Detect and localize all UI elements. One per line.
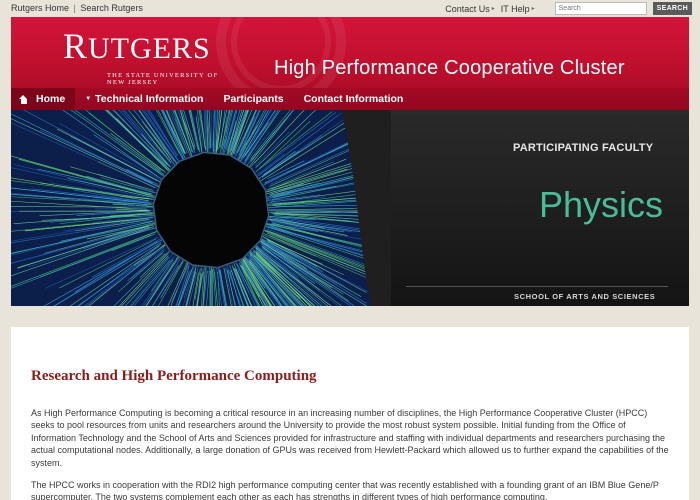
nav-item-technical-information[interactable]: ▼ Technical Information [75, 88, 213, 110]
utility-right: Contact Us ▸ IT Help ▸ SEARCH [445, 2, 692, 15]
it-help-label: IT Help [500, 3, 530, 14]
nav-label-technical: Technical Information [95, 93, 204, 105]
dropdown-arrow-icon: ▼ [85, 96, 92, 102]
search-input[interactable] [554, 2, 647, 15]
utility-left-links: Rutgers Home | Search Rutgers [11, 3, 143, 13]
content-paragraph-2: The HPCC works in cooperation with the R… [31, 480, 659, 500]
chevron-right-icon: ▸ [531, 6, 535, 12]
site-title: High Performance Cooperative Cluster [274, 57, 625, 79]
logo-initial: R [63, 26, 89, 66]
chevron-right-icon: ▸ [491, 6, 495, 12]
main-content: Research and High Performance Computing … [11, 327, 689, 500]
particle-collision-image [11, 110, 391, 306]
banner-divider [406, 286, 668, 287]
rutgers-home-link[interactable]: Rutgers Home [11, 3, 69, 13]
search-button[interactable]: SEARCH [652, 2, 692, 15]
content-paragraph-1: As High Performance Computing is becomin… [31, 408, 669, 468]
contact-us-link[interactable]: Contact Us ▸ [445, 4, 495, 14]
logo-rest: UTGERS [88, 32, 211, 65]
utility-bar: Rutgers Home | Search Rutgers Contact Us… [0, 0, 700, 17]
nav-item-home[interactable]: Home [11, 88, 76, 110]
nav-label-home: Home [36, 93, 66, 105]
site-header: RUTGERS THE STATE UNIVERSITY OF NEW JERS… [11, 17, 689, 88]
it-help-link[interactable]: IT Help ▸ [501, 4, 535, 14]
nav-item-participants[interactable]: Participants [213, 88, 293, 110]
search-rutgers-link[interactable]: Search Rutgers [80, 3, 143, 13]
main-nav: Home ▼ Technical Information Participant… [11, 88, 689, 110]
home-icon [19, 94, 28, 104]
banner-participating-label: PARTICIPATING FACULTY [513, 142, 654, 154]
banner-subject: Physics [539, 184, 664, 225]
nav-label-contact: Contact Information [303, 93, 404, 105]
contact-us-label: Contact Us [445, 3, 490, 14]
banner-school: SCHOOL OF ARTS AND SCIENCES [514, 292, 656, 301]
hero-banner: PARTICIPATING FACULTY Physics SCHOOL OF … [11, 110, 689, 306]
nav-item-contact-information[interactable]: Contact Information [294, 88, 414, 110]
utility-separator: | [73, 3, 76, 13]
content-heading: Research and High Performance Computing [31, 368, 317, 384]
rutgers-logo[interactable]: RUTGERS [63, 28, 211, 65]
nav-label-participants: Participants [223, 93, 284, 105]
logo-subtitle: THE STATE UNIVERSITY OF NEW JERSEY [107, 72, 219, 86]
